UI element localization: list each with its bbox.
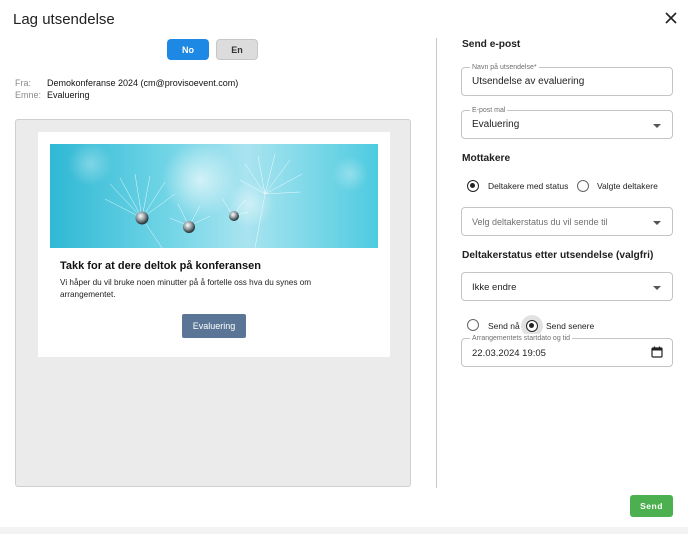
dialog: Lag utsendelse No En Fra: Demokonferanse … <box>0 0 688 527</box>
recipients-status-radio[interactable] <box>467 180 479 192</box>
chevron-down-icon <box>653 124 661 128</box>
after-status-heading: Deltakerstatus etter utsendelse (valgfri… <box>462 250 654 261</box>
email-template-value: Evaluering <box>472 119 520 130</box>
subject-row: Emne: Evaluering <box>15 90 90 100</box>
recipient-status-placeholder: Velg deltakerstatus du vil sende til <box>472 217 608 227</box>
language-en-button[interactable]: En <box>216 39 258 60</box>
from-value: Demokonferanse 2024 (cm@provisoevent.com… <box>47 78 239 88</box>
subject-value: Evaluering <box>47 90 90 100</box>
email-text: Vi håper du vil bruke noen minutter på å… <box>60 278 312 299</box>
chevron-down-icon <box>653 221 661 225</box>
recipients-status-label: Deltakere med status <box>488 181 569 191</box>
after-status-value: Ikke endre <box>472 282 517 293</box>
email-template-select[interactable]: E-post mal Evaluering <box>461 106 673 139</box>
email-body: Takk for at dere deltok på konferansen V… <box>38 132 390 357</box>
after-status-select[interactable]: Ikke endre <box>461 272 673 301</box>
column-divider <box>436 38 437 488</box>
dialog-title: Lag utsendelse <box>13 11 115 28</box>
send-later-label: Send senere <box>546 321 595 331</box>
calendar-icon[interactable] <box>651 346 663 358</box>
start-date-label: Arrangementets startdato og tid <box>470 334 573 343</box>
dandelion-banner-image <box>50 144 378 248</box>
chevron-down-icon <box>653 286 661 290</box>
send-now-radio[interactable] <box>467 319 479 331</box>
recipients-selected-radio[interactable] <box>577 180 589 192</box>
recipients-heading: Mottakere <box>462 153 511 164</box>
send-now-label: Send nå <box>488 321 520 331</box>
send-button[interactable]: Send <box>630 495 673 517</box>
evaluation-button[interactable]: Evaluering <box>182 314 246 338</box>
broadcast-name-label: Navn på utsendelse* <box>470 63 539 72</box>
send-email-heading: Send e-post <box>462 39 521 50</box>
broadcast-name-value: Utsendelse av evaluering <box>472 76 585 87</box>
start-date-value: 22.03.2024 19:05 <box>472 348 546 359</box>
email-preview: Takk for at dere deltok på konferansen V… <box>15 119 411 487</box>
close-icon[interactable] <box>663 10 679 26</box>
recipients-selected-label: Valgte deltakere <box>597 181 658 191</box>
send-later-radio[interactable] <box>526 320 538 332</box>
from-label: Fra: <box>15 78 32 88</box>
from-row: Fra: Demokonferanse 2024 (cm@provisoevent… <box>15 78 238 88</box>
language-no-button[interactable]: No <box>167 39 209 60</box>
broadcast-name-input[interactable]: Navn på utsendelse* Utsendelse av evalue… <box>461 63 673 96</box>
email-heading: Takk for at dere deltok på konferansen <box>60 260 261 272</box>
recipient-status-select[interactable]: Velg deltakerstatus du vil sende til <box>461 207 673 236</box>
email-template-label: E-post mal <box>470 106 508 115</box>
subject-label: Emne: <box>15 90 42 100</box>
start-date-input[interactable]: Arrangementets startdato og tid 22.03.20… <box>461 334 673 367</box>
